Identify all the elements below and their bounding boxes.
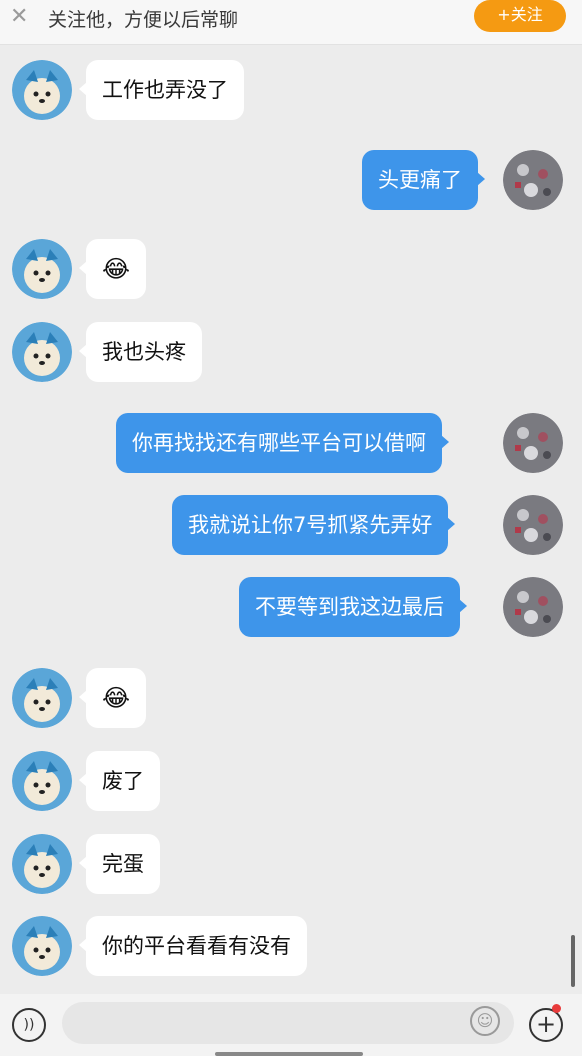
- home-indicator: [215, 1052, 363, 1056]
- chat-bubble-incoming[interactable]: 我也头疼: [79, 322, 202, 382]
- collage-avatar[interactable]: [503, 150, 563, 210]
- chat-bubble-outgoing[interactable]: 我就说让你7号抓紧先弄好: [172, 495, 456, 555]
- dog-avatar[interactable]: [12, 60, 72, 120]
- follow-button[interactable]: +关注: [474, 0, 566, 32]
- message-row: 废了: [0, 747, 582, 811]
- chat-bubble-incoming[interactable]: 😂: [78, 668, 147, 728]
- message-row: 我就说让你7号抓紧先弄好: [0, 491, 582, 555]
- dog-avatar[interactable]: [12, 751, 72, 811]
- plus-icon[interactable]: +: [529, 1008, 563, 1042]
- message-row: 不要等到我这边最后: [0, 573, 582, 637]
- chat-bubble-incoming[interactable]: 废了: [79, 751, 160, 811]
- collage-avatar[interactable]: [503, 413, 563, 473]
- dog-avatar[interactable]: [12, 668, 72, 728]
- emoji-icon[interactable]: ☺: [470, 1006, 500, 1036]
- message-row: 头更痛了: [0, 146, 582, 210]
- message-row: 你再找找还有哪些平台可以借啊: [0, 409, 582, 473]
- message-row: 我也头疼: [0, 318, 582, 382]
- input-bar: )) ☺ +: [0, 994, 582, 1056]
- chat-bubble-incoming[interactable]: 😂: [78, 239, 147, 299]
- message-row: 😂: [0, 664, 582, 728]
- top-follow-bar: ✕ 关注他，方便以后常聊 +关注: [0, 0, 582, 45]
- message-row: 完蛋: [0, 830, 582, 894]
- dog-avatar[interactable]: [12, 322, 72, 382]
- message-input[interactable]: [62, 1002, 514, 1044]
- message-row: 你的平台看看有没有: [0, 912, 582, 976]
- collage-avatar[interactable]: [503, 495, 563, 555]
- chat-bubble-outgoing[interactable]: 不要等到我这边最后: [239, 577, 467, 637]
- dog-avatar[interactable]: [12, 239, 72, 299]
- dog-avatar[interactable]: [12, 916, 72, 976]
- close-icon[interactable]: ✕: [10, 4, 28, 29]
- chat-bubble-outgoing[interactable]: 头更痛了: [362, 150, 485, 210]
- chat-bubble-incoming[interactable]: 工作也弄没了: [79, 60, 244, 120]
- chat-bubble-outgoing[interactable]: 你再找找还有哪些平台可以借啊: [116, 413, 449, 473]
- notification-dot: [552, 1004, 561, 1013]
- chat-bubble-incoming[interactable]: 完蛋: [79, 834, 160, 894]
- message-row: 工作也弄没了: [0, 56, 582, 120]
- chat-bubble-incoming[interactable]: 你的平台看看有没有: [79, 916, 307, 976]
- dog-avatar[interactable]: [12, 834, 72, 894]
- voice-icon[interactable]: )): [12, 1008, 46, 1042]
- follow-hint: 关注他，方便以后常聊: [48, 9, 239, 31]
- scrollbar-thumb[interactable]: [571, 935, 575, 987]
- collage-avatar[interactable]: [503, 577, 563, 637]
- message-row: 😂: [0, 235, 582, 299]
